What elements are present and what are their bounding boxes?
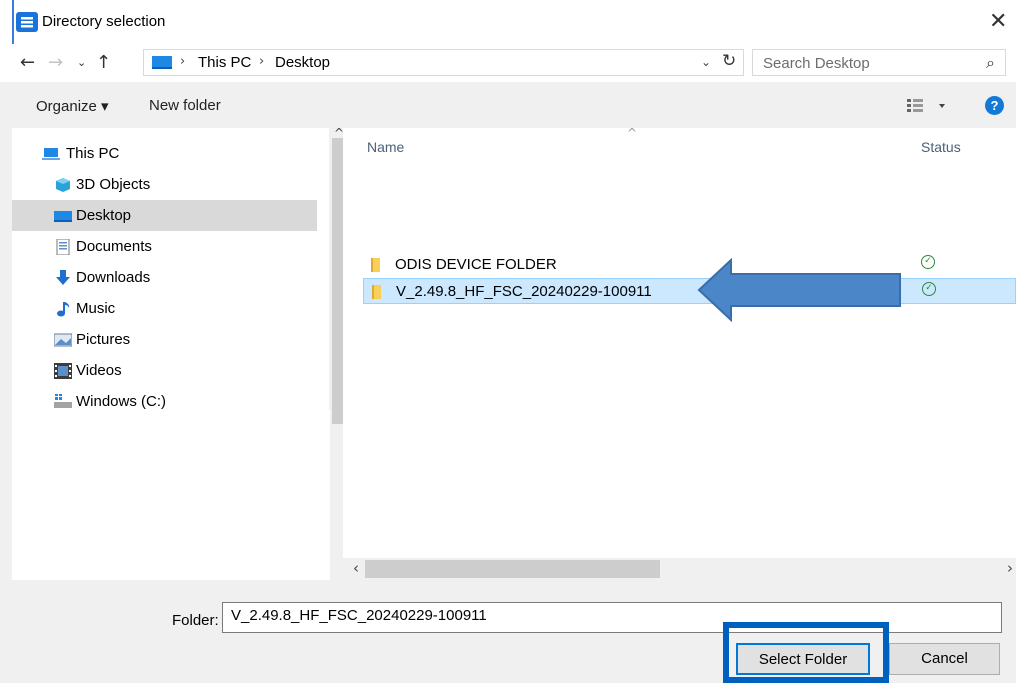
- breadcrumb-separator-icon: ›: [259, 54, 265, 69]
- refresh-icon[interactable]: ↻: [722, 51, 736, 71]
- breadcrumb-separator-icon: ›: [180, 54, 186, 69]
- view-options-icon[interactable]: [907, 96, 951, 116]
- breadcrumb-desktop[interactable]: Desktop: [275, 54, 330, 71]
- tree-item-desktop[interactable]: Desktop: [12, 200, 317, 231]
- column-header-name[interactable]: Name: [367, 139, 404, 155]
- document-icon: [56, 239, 70, 255]
- address-bar[interactable]: › This PC › Desktop ⌄ ↻: [143, 49, 744, 76]
- tree-item-documents[interactable]: Documents: [12, 231, 317, 262]
- tree-item-downloads[interactable]: Downloads: [12, 262, 317, 293]
- file-pane-scrollbar[interactable]: ‹ ›: [343, 558, 1016, 580]
- search-icon[interactable]: ⌕: [986, 53, 995, 73]
- back-arrow-icon[interactable]: ←: [20, 52, 35, 73]
- forward-arrow-icon[interactable]: →: [48, 52, 63, 73]
- music-note-icon: [57, 302, 70, 317]
- recent-locations-chevron-icon[interactable]: ⌄: [77, 56, 86, 69]
- tree-item-label: Downloads: [76, 269, 151, 286]
- folder-label: Folder:: [172, 612, 219, 629]
- tree-item-3d-objects[interactable]: 3D Objects: [12, 169, 317, 200]
- drive-icon: [54, 394, 72, 408]
- tree-item-videos[interactable]: Videos: [12, 355, 317, 386]
- navigation-bar: ← → ⌄ ↑ › This PC › Desktop ⌄ ↻ Search D…: [0, 44, 1016, 82]
- search-input[interactable]: Search Desktop ⌕: [752, 49, 1006, 76]
- list-item-selected[interactable]: V_2.49.8_HF_FSC_20240229-100911 ✓: [363, 278, 1016, 304]
- window-title: Directory selection: [42, 13, 166, 30]
- folder-icon: [371, 258, 380, 272]
- title-bar: Directory selection ✕: [0, 0, 1016, 44]
- command-toolbar: Organize ▾ New folder ?: [0, 82, 1016, 128]
- close-icon[interactable]: ✕: [989, 9, 1007, 34]
- sync-ok-icon: ✓: [921, 255, 935, 269]
- download-arrow-icon: [56, 270, 70, 285]
- annotation-highlight-box: [723, 622, 889, 683]
- cancel-button[interactable]: Cancel: [889, 643, 1000, 675]
- tree-item-music[interactable]: Music: [12, 293, 317, 324]
- nav-pane-frame: [0, 128, 12, 590]
- list-item[interactable]: ODIS DEVICE FOLDER ✓: [363, 252, 1016, 278]
- column-header-status[interactable]: Status: [921, 139, 961, 155]
- window-edge: [12, 0, 14, 44]
- breadcrumb-this-pc[interactable]: This PC: [198, 54, 251, 71]
- tree-item-label: This PC: [66, 145, 120, 162]
- search-placeholder: Search Desktop: [763, 55, 870, 72]
- chevron-down-icon[interactable]: ⌄: [701, 55, 711, 69]
- folder-icon: [372, 285, 381, 299]
- tree-item-label: Windows (C:): [76, 393, 167, 410]
- tree-item-label: Music: [76, 300, 116, 317]
- video-icon: [54, 363, 72, 379]
- tree-item-label: 3D Objects: [76, 176, 151, 193]
- nav-pane-blank: [12, 410, 330, 590]
- sort-caret-icon: ^: [627, 128, 638, 140]
- file-name: V_2.49.8_HF_FSC_20240229-100911: [396, 283, 652, 300]
- organize-button[interactable]: Organize ▾: [36, 97, 109, 115]
- help-icon[interactable]: ?: [985, 96, 1004, 115]
- tree-item-this-pc[interactable]: This PC: [12, 138, 317, 169]
- sync-ok-icon: ✓: [922, 282, 936, 296]
- desktop-icon: [54, 211, 72, 222]
- file-name: ODIS DEVICE FOLDER: [395, 256, 557, 273]
- scrollbar-thumb[interactable]: [365, 560, 660, 578]
- tree-item-label: Videos: [76, 362, 122, 379]
- file-list-pane: ^ Name Status ODIS DEVICE FOLDER ✓ V_2.4…: [343, 128, 1016, 558]
- annotation-arrow-icon: [697, 258, 901, 322]
- tree-item-label: Desktop: [76, 207, 132, 224]
- desktop-icon: [152, 56, 172, 69]
- up-arrow-icon[interactable]: ↑: [96, 52, 111, 73]
- scroll-left-icon[interactable]: ‹: [353, 559, 359, 577]
- tree-item-label: Documents: [76, 238, 152, 255]
- cube-icon: [56, 178, 70, 192]
- scroll-right-icon[interactable]: ›: [1007, 559, 1013, 577]
- tree-item-label: Pictures: [76, 331, 131, 348]
- picture-icon: [54, 333, 72, 347]
- computer-icon: [42, 148, 60, 160]
- tree-item-pictures[interactable]: Pictures: [12, 324, 317, 355]
- new-folder-button[interactable]: New folder: [149, 97, 221, 114]
- app-icon: [16, 12, 38, 32]
